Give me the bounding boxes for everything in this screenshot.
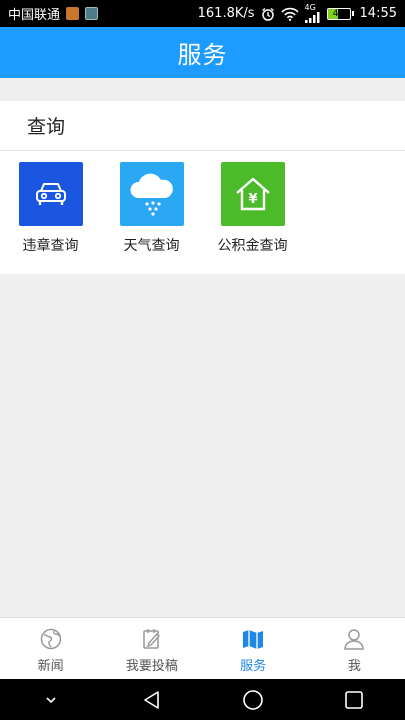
grid-item-label: 公积金查询 [217, 238, 288, 254]
violation-query-button[interactable]: 违章查询 [0, 162, 101, 255]
tab-label: 我 [347, 659, 361, 674]
tab-news[interactable]: 新闻 [0, 618, 101, 679]
service-grid: 违章查询 天气查询 ¥ 公积金查询 [0, 151, 405, 255]
page-title: 服务 [177, 41, 228, 69]
tab-service[interactable]: 服务 [203, 618, 304, 679]
tab-label: 我要投稿 [125, 659, 178, 674]
query-section: 查询 违章查询 天气查询 ¥ 公积金查询 [0, 101, 405, 274]
home-circle-icon [243, 689, 263, 710]
recents-button[interactable] [334, 685, 374, 715]
tab-submit[interactable]: 我要投稿 [101, 618, 202, 679]
system-nav-bar [0, 679, 405, 720]
tab-label: 服务 [240, 659, 267, 674]
tab-me[interactable]: 我 [304, 618, 405, 679]
carrier-name: 中国联通 [8, 8, 61, 23]
battery-icon: 47 [326, 7, 354, 20]
hide-nav-button[interactable] [31, 685, 71, 715]
battery-level: 47 [332, 8, 345, 19]
svg-text:¥: ¥ [248, 192, 257, 207]
weather-query-button[interactable]: 天气查询 [101, 162, 202, 255]
person-icon [344, 629, 365, 650]
section-header: 查询 [0, 101, 405, 151]
bottom-tab-bar: 新闻 我要投稿 服务 我 [0, 617, 405, 679]
recents-square-icon [345, 690, 364, 709]
status-bar: 中国联通 161.8K/s 4G 47 14:55 [0, 0, 405, 27]
network-type: 4G [304, 3, 316, 12]
housing-fund-query-button[interactable]: ¥ 公积金查询 [202, 162, 303, 255]
chevron-down-icon [46, 696, 56, 703]
alarm-icon [261, 7, 274, 21]
home-button[interactable] [233, 685, 273, 715]
section-title: 查询 [27, 116, 66, 138]
weather-cloud-rain-icon [119, 162, 184, 226]
notification-image-icon [85, 7, 99, 20]
app-header: 服务 [0, 27, 405, 78]
back-button[interactable] [132, 685, 172, 715]
tab-label: 新闻 [37, 659, 64, 674]
grid-item-label: 违章查询 [22, 238, 79, 254]
clock: 14:55 [359, 6, 397, 21]
network-speed: 161.8K/s [197, 6, 255, 21]
edit-note-icon [143, 629, 160, 649]
globe-icon [40, 628, 61, 650]
notification-app-icon [66, 7, 80, 20]
house-yuan-icon: ¥ [220, 162, 285, 226]
back-triangle-icon [144, 690, 159, 709]
map-icon [243, 630, 264, 649]
grid-item-label: 天气查询 [123, 238, 180, 254]
signal-icon [304, 12, 320, 23]
car-icon [18, 162, 83, 226]
wifi-icon [280, 7, 299, 21]
